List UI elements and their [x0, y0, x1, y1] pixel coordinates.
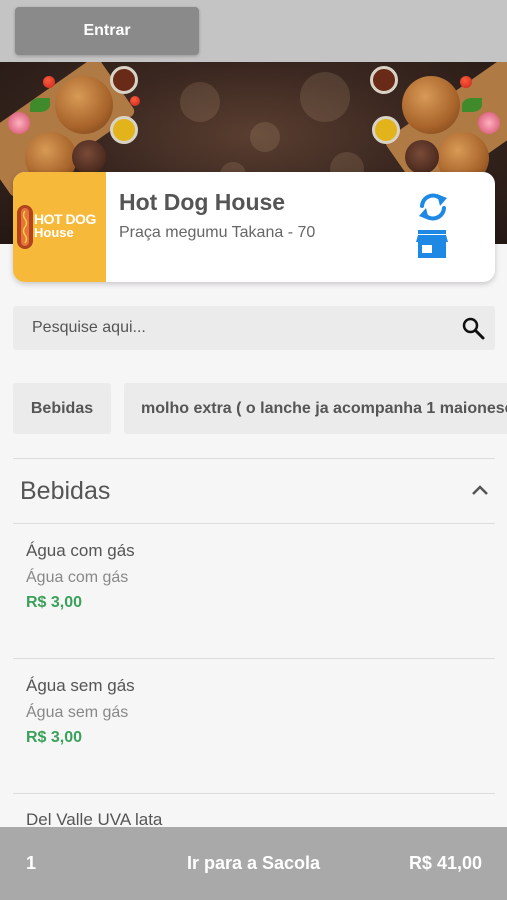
hotdog-logo-icon: [17, 205, 33, 249]
category-chip-molho-extra[interactable]: molho extra ( o lanche ja acompanha 1 ma…: [124, 383, 507, 434]
store-logo: HOT DOG House: [13, 172, 106, 282]
go-to-bag-button[interactable]: 1 Ir para a Sacola R$ 41,00: [0, 827, 507, 900]
product-price: R$ 3,00: [26, 729, 83, 746]
logo-line2: House: [34, 225, 74, 240]
product-name: Água com gás: [26, 541, 135, 560]
category-chips: Bebidas molho extra ( o lanche ja acompa…: [13, 383, 507, 434]
divider: [13, 523, 495, 524]
bag-total: R$ 41,00: [408, 853, 482, 873]
store-card: HOT DOG House Hot Dog House Praça megumu…: [13, 172, 495, 282]
divider: [13, 458, 495, 459]
product-name: Água sem gás: [26, 676, 135, 695]
search-icon[interactable]: [461, 316, 485, 340]
product-item[interactable]: Água sem gás Água sem gás R$ 3,00: [26, 676, 135, 747]
divider: [13, 793, 495, 794]
divider: [13, 658, 495, 659]
product-description: Água com gás: [26, 569, 129, 586]
refresh-icon[interactable]: [415, 192, 451, 222]
login-button[interactable]: Entrar: [15, 7, 199, 55]
section-title: Bebidas: [20, 477, 111, 505]
category-chip-bebidas[interactable]: Bebidas: [13, 383, 111, 434]
store-address: Praça megumu Takana - 70: [119, 224, 316, 241]
search-input[interactable]: [13, 306, 453, 350]
search-bar: [13, 306, 495, 350]
product-item[interactable]: Água com gás Água com gás R$ 3,00: [26, 541, 135, 612]
store-icon[interactable]: [416, 230, 448, 258]
product-description: Água sem gás: [26, 704, 129, 721]
product-price: R$ 3,00: [26, 594, 83, 611]
chevron-up-icon[interactable]: [470, 483, 490, 497]
store-name: Hot Dog House: [119, 189, 286, 215]
logo-line1: HOT DOG: [34, 211, 96, 227]
top-bar: Entrar: [0, 0, 507, 62]
